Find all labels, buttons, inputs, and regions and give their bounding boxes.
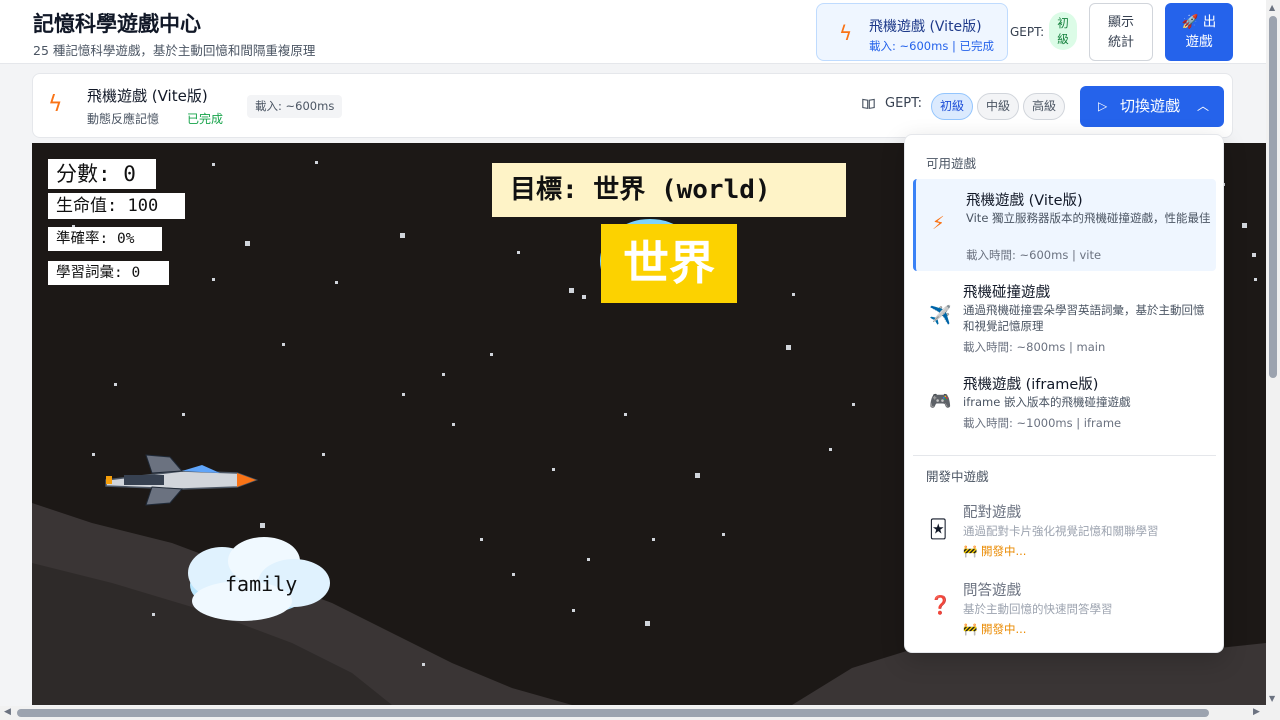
- vertical-scroll-thumb[interactable]: [1269, 16, 1277, 378]
- lightning-icon: ϟ: [839, 21, 853, 45]
- airplane-icon: ✈️: [929, 305, 952, 326]
- accuracy-display: 準確率: 0%: [48, 227, 162, 251]
- game-name: 飛機遊戲 (Vite版): [87, 87, 208, 105]
- game-option-desc: 通過飛機碰撞雲朵學習英語詞彙，基於主動回憶和視覺記憶原理: [963, 303, 1205, 333]
- game-option-meta: 載入時間: ~800ms | main: [963, 340, 1106, 354]
- gept-label: GEPT:: [885, 96, 923, 111]
- game-option-title: 飛機碰撞遊戲: [963, 285, 1050, 301]
- lightning-icon: ϟ: [48, 92, 63, 117]
- player-spaceship[interactable]: [105, 454, 259, 506]
- gept-label: GEPT:: [1010, 25, 1045, 39]
- current-game-name: 飛機遊戲 (Vite版): [869, 19, 982, 35]
- level-intermediate-button[interactable]: 中級: [977, 93, 1020, 120]
- current-game-meta: 載入: ~600ms | 已完成: [869, 39, 994, 53]
- scroll-down-arrow-icon[interactable]: ▼: [1269, 694, 1275, 703]
- cloud-word-label: family: [225, 572, 298, 596]
- life-display: 生命值: 100: [48, 193, 185, 219]
- game-option-title: 飛機遊戲 (Vite版): [966, 193, 1083, 209]
- game-option-title: 飛機遊戲 (iframe版): [963, 377, 1099, 393]
- scroll-right-arrow-icon[interactable]: ▶: [1253, 707, 1260, 717]
- level-advanced-button[interactable]: 高級: [1023, 93, 1066, 120]
- question-icon: ❓: [929, 595, 952, 616]
- load-time-badge: 載入: ~600ms: [247, 95, 343, 118]
- game-option-meta: 🚧 開發中...: [963, 544, 1027, 558]
- game-type: 動態反應記憶: [87, 112, 160, 126]
- game-option-desc: Vite 獨立服務器版本的飛機碰撞遊戲，性能最佳: [966, 211, 1211, 225]
- score-display: 分數: 0: [48, 159, 156, 189]
- lightning-icon: ⚡: [932, 213, 945, 234]
- game-option-meta: 🚧 開發中...: [963, 622, 1027, 636]
- game-option-meta: 載入時間: ~600ms | vite: [966, 248, 1102, 262]
- play-icon: ▷: [1098, 99, 1108, 113]
- switch-game-label: 切換遊戲: [1120, 97, 1181, 115]
- chevron-up-icon: ︿: [1197, 99, 1210, 113]
- exit-game-button[interactable]: 🚀 出 遊戲: [1165, 3, 1233, 61]
- game-option-vite[interactable]: ⚡ 飛機遊戲 (Vite版) Vite 獨立服務器版本的飛機碰撞遊戲，性能最佳 …: [913, 179, 1216, 271]
- game-info-bar: ϟ 飛機遊戲 (Vite版) 動態反應記憶 已完成 載入: ~600ms GEP…: [32, 73, 1233, 138]
- dev-games-heading: 開發中遊戲: [926, 469, 989, 484]
- horizontal-scroll-thumb[interactable]: [17, 709, 1209, 717]
- target-banner: 目標: 世界 (world): [492, 163, 846, 217]
- current-game-chip[interactable]: ϟ 飛機遊戲 (Vite版) 載入: ~600ms | 已完成: [816, 3, 1008, 61]
- vertical-scrollbar[interactable]: ▲ ▼: [1266, 0, 1280, 720]
- top-header: 記憶科學遊戲中心 25 種記憶科學遊戲，基於主動回憶和間隔重複原理 ϟ 飛機遊戲…: [0, 0, 1266, 64]
- book-icon: [862, 98, 875, 110]
- game-option-main[interactable]: ✈️ 飛機碰撞遊戲 通過飛機碰撞雲朵學習英語詞彙，基於主動回憶和視覺記憶原理 載…: [913, 275, 1216, 363]
- gept-level-badge: 初 級: [1049, 12, 1077, 50]
- scroll-left-arrow-icon[interactable]: ◀: [4, 707, 11, 717]
- game-option-desc: iframe 嵌入版本的飛機碰撞遊戲: [963, 395, 1131, 409]
- vocab-display: 學習詞彙: 0: [48, 261, 169, 285]
- target-word: 世界: [601, 224, 737, 303]
- game-option-title: 問答遊戲: [963, 583, 1021, 599]
- dropdown-divider: [913, 455, 1216, 456]
- cards-icon: 🃏: [929, 519, 948, 540]
- game-option-matching: 🃏 配對遊戲 通過配對卡片強化視覺記憶和關聯學習 🚧 開發中...: [913, 497, 1216, 567]
- game-status: 已完成: [187, 112, 224, 126]
- show-stats-button[interactable]: 顯示 統計: [1089, 3, 1153, 61]
- game-option-meta: 載入時間: ~1000ms | iframe: [963, 416, 1122, 430]
- game-switch-dropdown: 可用遊戲 ⚡ 飛機遊戲 (Vite版) Vite 獨立服務器版本的飛機碰撞遊戲，…: [904, 134, 1224, 653]
- game-option-iframe[interactable]: 🎮 飛機遊戲 (iframe版) iframe 嵌入版本的飛機碰撞遊戲 載入時間…: [913, 367, 1216, 439]
- app-title: 記憶科學遊戲中心: [33, 12, 201, 36]
- game-option-title: 配對遊戲: [963, 505, 1021, 521]
- gamepad-icon: 🎮: [929, 391, 952, 412]
- switch-game-button[interactable]: ▷ 切換遊戲 ︿: [1080, 86, 1224, 127]
- game-option-quiz: ❓ 問答遊戲 基於主動回憶的快速問答學習 🚧 開發中...: [913, 575, 1216, 645]
- available-games-heading: 可用遊戲: [926, 156, 977, 171]
- scroll-up-arrow-icon[interactable]: ▲: [1269, 3, 1275, 12]
- game-option-desc: 通過配對卡片強化視覺記憶和關聯學習: [963, 524, 1159, 538]
- game-option-desc: 基於主動回憶的快速問答學習: [963, 602, 1113, 616]
- level-elementary-button[interactable]: 初級: [931, 93, 974, 120]
- horizontal-scrollbar[interactable]: ◀ ▶: [0, 706, 1266, 720]
- app-subtitle: 25 種記憶科學遊戲，基於主動回憶和間隔重複原理: [33, 43, 316, 58]
